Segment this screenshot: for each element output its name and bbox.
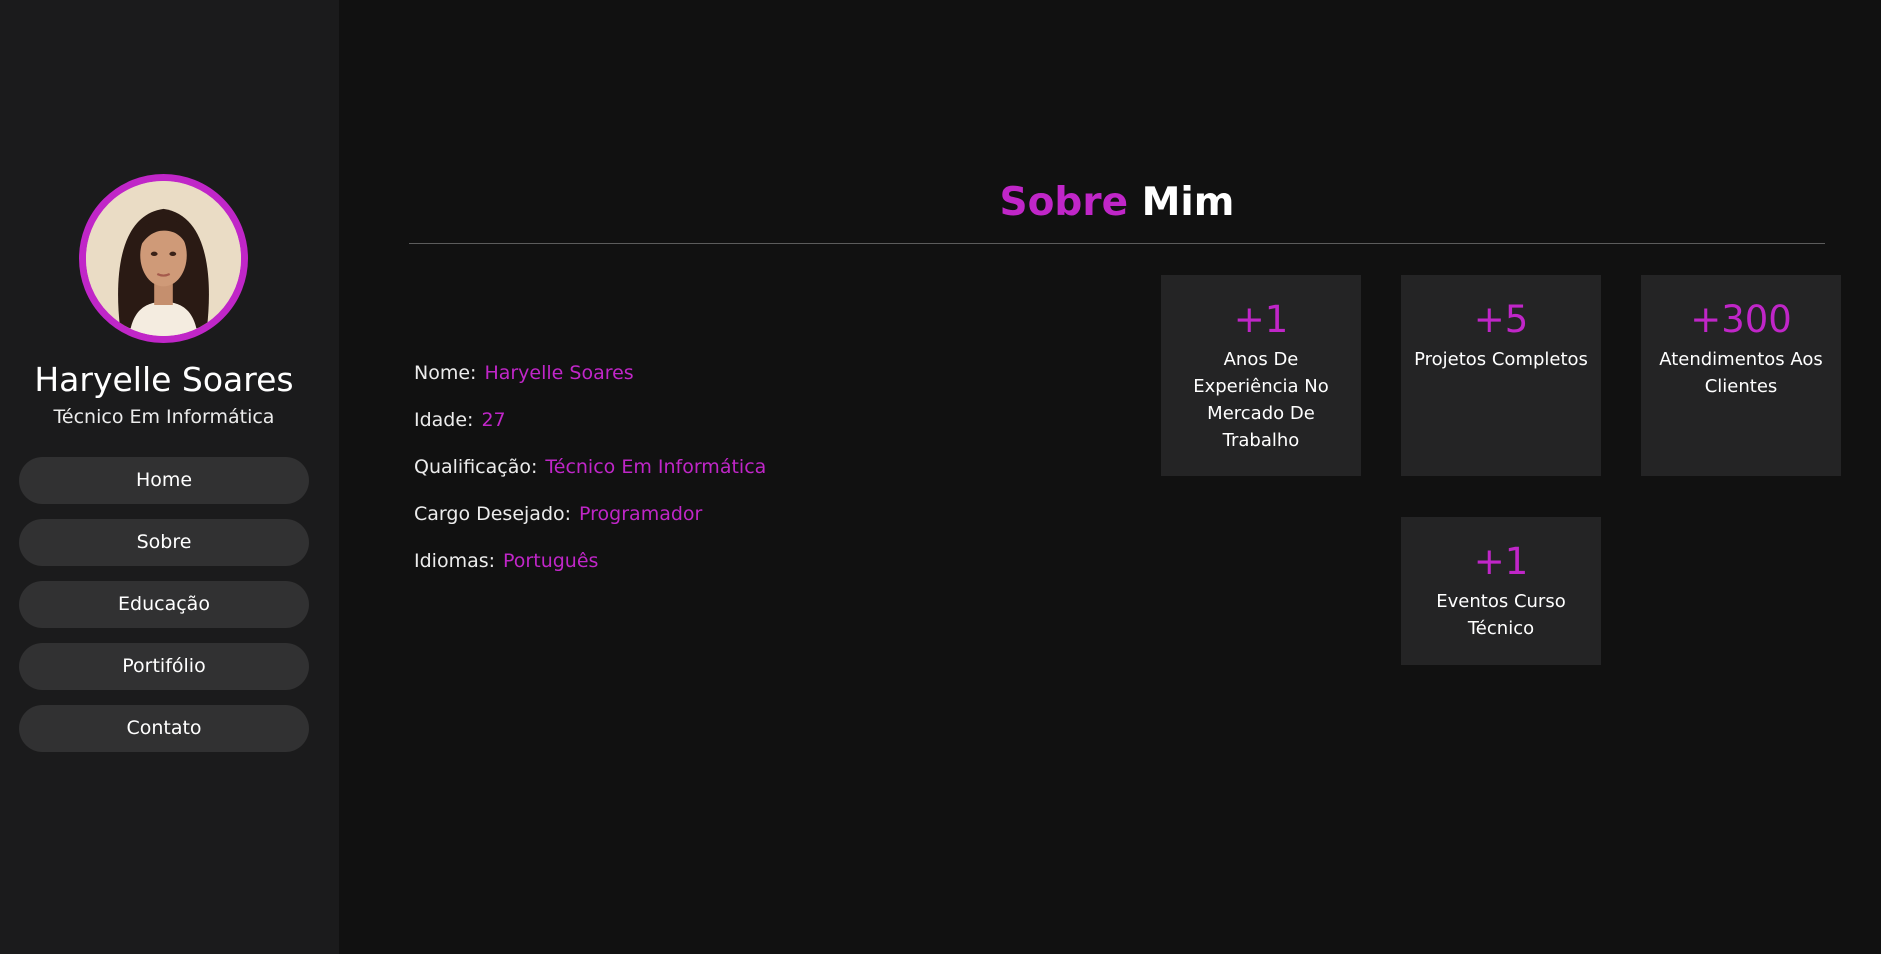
- info-key: Nome:: [414, 362, 477, 384]
- profile-name: Haryelle Soares: [34, 360, 294, 399]
- info-row-idade: Idade: 27: [414, 409, 766, 456]
- info-row-nome: Nome: Haryelle Soares: [414, 362, 766, 409]
- section-title-accent: Sobre: [999, 180, 1129, 225]
- info-key: Qualificação:: [414, 456, 538, 478]
- profile-photo: [86, 181, 241, 336]
- info-key: Cargo Desejado:: [414, 503, 572, 525]
- nav-item-home[interactable]: Home: [19, 457, 309, 504]
- stat-card-experiencia: +1 Anos De Experiência No Mercado De Tra…: [1161, 275, 1361, 476]
- section-divider: [409, 243, 1825, 244]
- sidebar-nav: Home Sobre Educação Portifólio Contato: [19, 457, 309, 767]
- nav-item-sobre[interactable]: Sobre: [19, 519, 309, 566]
- info-value: Português: [503, 550, 599, 572]
- stat-number: +1: [1233, 298, 1289, 341]
- info-row-cargo: Cargo Desejado: Programador: [414, 503, 766, 550]
- info-key: Idiomas:: [414, 550, 496, 572]
- section-title: Sobre Mim: [409, 180, 1825, 225]
- info-value: Programador: [579, 503, 703, 525]
- info-list: Nome: Haryelle Soares Idade: 27 Qualificaç…: [414, 362, 766, 597]
- info-row-qualificacao: Qualificação: Técnico Em Informática: [414, 456, 766, 503]
- stat-label: Eventos Curso Técnico: [1436, 591, 1566, 639]
- stat-card-eventos: +1 Eventos Curso Técnico: [1401, 517, 1601, 665]
- info-key: Idade:: [414, 409, 474, 431]
- stat-card-projetos: +5 Projetos Completos: [1401, 275, 1601, 476]
- avatar: [79, 174, 248, 343]
- section-title-rest: Mim: [1141, 180, 1235, 225]
- info-row-idiomas: Idiomas: Português: [414, 550, 766, 597]
- stat-number: +1: [1473, 540, 1529, 583]
- info-value: Haryelle Soares: [484, 362, 634, 384]
- stat-label: Projetos Completos: [1414, 349, 1588, 370]
- nav-item-contato[interactable]: Contato: [19, 705, 309, 752]
- nav-item-educacao[interactable]: Educação: [19, 581, 309, 628]
- stat-card-atendimentos: +300 Atendimentos Aos Clientes: [1641, 275, 1841, 476]
- info-value: 27: [481, 409, 506, 431]
- info-value: Técnico Em Informática: [545, 456, 767, 478]
- stat-label: Atendimentos Aos Clientes: [1659, 349, 1823, 397]
- stat-number: +300: [1690, 298, 1792, 341]
- profile-role: Técnico Em Informática: [53, 406, 275, 428]
- stat-label: Anos De Experiência No Mercado De Trabal…: [1193, 349, 1329, 451]
- sidebar: Haryelle Soares Técnico Em Informática H…: [0, 0, 339, 954]
- nav-item-portifolio[interactable]: Portifólio: [19, 643, 309, 690]
- stat-number: +5: [1473, 298, 1529, 341]
